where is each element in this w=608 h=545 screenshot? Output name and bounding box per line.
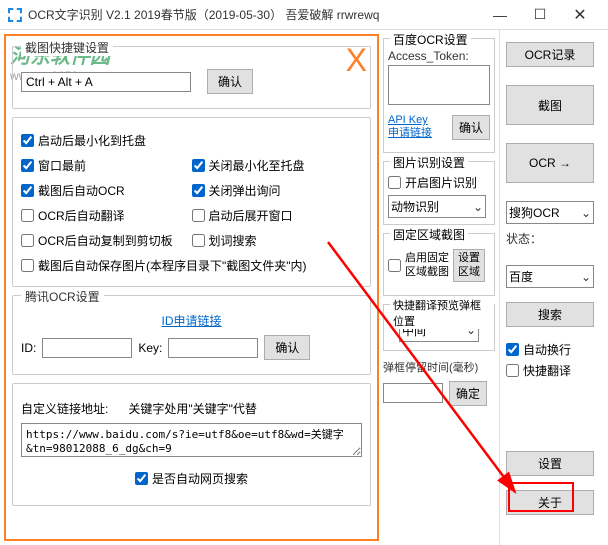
titlebar: OCR文字识别 V2.1 2019春节版（2019-05-30） 吾爱破解 rr… (0, 0, 608, 30)
fixed-area-title: 固定区域截图 (390, 226, 468, 243)
opt-auto-ocr[interactable]: 截图后自动OCR (21, 182, 192, 199)
set-area-button[interactable]: 设置 区域 (453, 249, 485, 281)
baidu-section-title: 百度OCR设置 (390, 31, 471, 48)
close-button[interactable]: ✕ (560, 1, 600, 29)
opt-close-prompt[interactable]: 关闭弹出询问 (192, 182, 363, 199)
opt-expand-on-start[interactable]: 启动后展开窗口 (192, 207, 363, 224)
opt-auto-translate[interactable]: OCR后自动翻译 (21, 207, 192, 224)
access-token-label: Access_Token: (388, 49, 490, 63)
minimize-button[interactable]: — (480, 1, 520, 29)
settings-button[interactable]: 设置 (506, 451, 594, 476)
custom-link-label: 自定义链接地址: (21, 400, 108, 417)
opt-minimize-tray[interactable]: 启动后最小化到托盘 (21, 132, 362, 149)
ocr-engine-select[interactable]: 搜狗OCR (506, 201, 594, 224)
settings-panel: 河东软件园 www.pc0359.cn X 截图快捷键设置 确认 启动后最小化到… (4, 34, 379, 541)
right-panel: OCR记录 截图 OCR → 搜狗OCR 状态： 百度 搜索 自动换行 快捷翻译… (499, 30, 599, 545)
tencent-id-input[interactable] (42, 338, 132, 358)
auto-wrap-checkbox[interactable]: 自动换行 (506, 341, 593, 358)
enable-pic-rec-checkbox[interactable]: 开启图片识别 (388, 174, 490, 191)
pic-rec-title: 图片识别设置 (390, 154, 468, 171)
hotkey-section-title: 截图快捷键设置 (21, 39, 113, 56)
app-icon (8, 8, 22, 22)
status-label: 状态： (506, 230, 593, 247)
popup-pos-title: 快捷翻译预览弹框位置 (390, 297, 494, 329)
about-button[interactable]: 关于 (506, 490, 594, 515)
opt-word-search[interactable]: 划词搜索 (192, 232, 363, 249)
custom-link-input[interactable]: https://www.baidu.com/s?ie=utf8&oe=utf8&… (21, 423, 362, 457)
tencent-section-title: 腾讯OCR设置 (21, 288, 104, 305)
ocr-button[interactable]: OCR → (506, 143, 594, 183)
auto-web-search-checkbox[interactable]: 是否自动网页搜索 (135, 470, 248, 487)
popup-stay-input[interactable] (383, 383, 443, 403)
search-button[interactable]: 搜索 (506, 302, 594, 327)
tencent-confirm-button[interactable]: 确认 (264, 335, 310, 360)
popup-stay-label: 弹框停留时间(毫秒) (383, 359, 495, 375)
pic-rec-select[interactable]: 动物识别 (388, 195, 486, 218)
hotkey-input[interactable] (21, 72, 191, 92)
hotkey-confirm-button[interactable]: 确认 (207, 69, 253, 94)
opt-auto-clipboard[interactable]: OCR后自动复制到剪切板 (21, 232, 192, 249)
enable-fixed-area-checkbox[interactable]: 启用固定 区域截图 (388, 252, 449, 278)
tencent-id-apply-link[interactable]: ID申请链接 (161, 312, 221, 329)
baidu-confirm-button[interactable]: 确认 (452, 115, 490, 140)
access-token-input[interactable] (388, 65, 490, 105)
tencent-key-label: Key: (138, 341, 162, 355)
opt-topmost[interactable]: 窗口最前 (21, 157, 192, 174)
ocr-record-button[interactable]: OCR记录 (506, 42, 594, 67)
translate-engine-select[interactable]: 百度 (506, 265, 594, 288)
middle-panel: 百度OCR设置 Access_Token: API Key 申请链接 确认 图片… (379, 30, 499, 545)
tencent-key-input[interactable] (168, 338, 258, 358)
popup-confirm-button[interactable]: 确定 (449, 381, 487, 406)
screenshot-button[interactable]: 截图 (506, 85, 594, 125)
maximize-button[interactable]: ☐ (520, 1, 560, 29)
opt-auto-save-image[interactable]: 截图后自动保存图片(本程序目录下"截图文件夹"内) (21, 257, 362, 274)
quick-translate-checkbox[interactable]: 快捷翻译 (506, 362, 593, 379)
tencent-id-label: ID: (21, 341, 36, 355)
custom-link-hint: 关键字处用"关键字"代替 (128, 400, 257, 417)
opt-close-to-tray[interactable]: 关闭最小化至托盘 (192, 157, 363, 174)
baidu-api-link[interactable]: API Key 申请链接 (388, 114, 432, 140)
window-title: OCR文字识别 V2.1 2019春节版（2019-05-30） 吾爱破解 rr… (28, 6, 480, 23)
